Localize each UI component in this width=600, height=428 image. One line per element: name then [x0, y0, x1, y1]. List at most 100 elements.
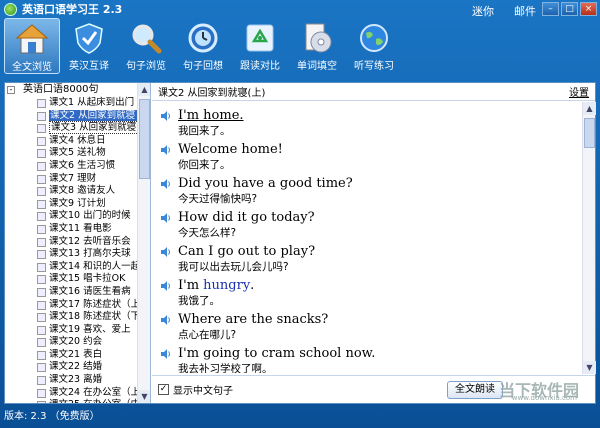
sentence-english[interactable]: Where are the snacks?	[160, 311, 574, 328]
tree-item[interactable]: 课文17 陈述症状（上）	[5, 299, 150, 312]
watermark-logo: 当下软件园 www.downxia.com	[492, 377, 587, 402]
email-link[interactable]: 邮件	[514, 3, 536, 19]
tree-item-label: 课文6 生活习惯	[49, 159, 116, 171]
content-scrollbar[interactable]: ▲ ▼	[582, 102, 596, 374]
scroll-down-icon[interactable]: ▼	[583, 361, 596, 374]
tree-scrollbar[interactable]: ▲ ▼	[137, 83, 150, 403]
tool-word-fill[interactable]: 单词填空	[289, 18, 345, 74]
title-bar: 英语口语学习王 2.3 迷你 邮件 – □ ×	[0, 0, 600, 18]
lesson-node-icon	[37, 161, 46, 171]
tree-item[interactable]: 课文15 唱卡拉OK	[5, 273, 150, 286]
sentence-english[interactable]: Welcome home!	[160, 141, 574, 158]
tool-label: 全文浏览	[12, 62, 52, 73]
sentence-item: Did you have a good time? 今天过得愉快吗?	[160, 175, 574, 206]
sentence-chinese: 你回来了。	[178, 159, 231, 171]
tree-item[interactable]: 课文18 陈述症状（下）	[5, 311, 150, 324]
speaker-icon[interactable]	[160, 212, 172, 224]
sentence-english[interactable]: How did it go today?	[160, 209, 574, 226]
sentence-text: Where are the snacks?	[178, 312, 329, 327]
tree-item[interactable]: 课文24 在办公室（上）	[5, 387, 150, 400]
tree-item[interactable]: 课文3 从回家到就寝（下）	[5, 121, 150, 135]
maximize-button[interactable]: □	[561, 2, 578, 16]
close-button[interactable]: ×	[580, 2, 597, 16]
lesson-tree: - 英语口语8000句 课文1 从起床到出门课文2 从回家到就寝（上）课文3 从…	[5, 83, 151, 403]
speaker-icon[interactable]	[160, 348, 172, 360]
sentence-english[interactable]: I'm home.	[160, 107, 574, 124]
mini-mode-link[interactable]: 迷你	[472, 3, 494, 19]
tree-item[interactable]: 课文9 订计划	[5, 198, 150, 211]
sentence-english[interactable]: Can I go out to play?	[160, 243, 574, 260]
tree-item[interactable]: 课文21 表白	[5, 349, 150, 362]
tool-label: 英汉互译	[69, 61, 109, 72]
tool-follow-compare[interactable]: 跟读对比	[232, 18, 288, 74]
scroll-down-icon[interactable]: ▼	[138, 390, 150, 403]
tree-item-label: 课文24 在办公室（上）	[49, 386, 150, 398]
tree-item-label: 课文12 去听音乐会	[49, 235, 131, 247]
sentence-english[interactable]: I'm hungry.	[160, 277, 574, 294]
window-title: 英语口语学习王 2.3	[22, 3, 123, 16]
sentence-chinese: 今天过得愉快吗?	[178, 193, 258, 205]
sentence-english[interactable]: Did you have a good time?	[160, 175, 574, 192]
tool-translate[interactable]: 英汉互译	[61, 18, 117, 74]
tree-item[interactable]: 课文5 送礼物	[5, 147, 150, 160]
tree-item-label: 课文7 理财	[49, 172, 97, 184]
lesson-node-icon	[37, 262, 46, 272]
watermark-url: www.downxia.com	[511, 394, 577, 402]
tree-item[interactable]: 课文20 约会	[5, 336, 150, 349]
tree-root[interactable]: - 英语口语8000句	[5, 83, 150, 97]
tree-item[interactable]: 课文10 出门的时候	[5, 210, 150, 223]
lesson-node-icon	[37, 300, 46, 310]
tree-item-label: 课文13 打高尔夫球	[49, 248, 131, 260]
minimize-button[interactable]: –	[542, 2, 559, 16]
speaker-icon[interactable]	[160, 314, 172, 326]
sentence-chinese: 点心在哪儿?	[178, 329, 237, 341]
recycle-icon	[246, 24, 274, 52]
scroll-thumb[interactable]	[139, 99, 150, 179]
sentence-item: I'm home. 我回来了。	[160, 107, 574, 138]
collapse-icon[interactable]: -	[7, 86, 15, 94]
settings-link[interactable]: 设置	[569, 84, 589, 99]
tree-item[interactable]: 课文25 在办公室（中）	[5, 399, 150, 403]
tree-item[interactable]: 课文16 请医生看病	[5, 286, 150, 299]
scroll-thumb[interactable]	[584, 118, 595, 148]
sentence-english[interactable]: I'm going to cram school now.	[160, 345, 574, 362]
tree-item-label: 课文25 在办公室（中）	[49, 399, 150, 403]
tool-dictation[interactable]: 听写练习	[346, 18, 402, 74]
sentence-chinese: 我回来了。	[178, 125, 231, 137]
main-panel: - 英语口语8000句 课文1 从起床到出门课文2 从回家到就寝（上）课文3 从…	[4, 82, 596, 404]
tree-item-label: 课文5 送礼物	[49, 147, 106, 159]
tree-item[interactable]: 课文19 喜欢、爱上	[5, 324, 150, 337]
tree-item[interactable]: 课文8 邀请友人	[5, 185, 150, 198]
speaker-icon[interactable]	[160, 280, 172, 292]
tool-sentence-browse[interactable]: 句子浏览	[118, 18, 174, 74]
tree-item[interactable]: 课文6 生活习惯	[5, 160, 150, 173]
tree-item[interactable]: 课文23 离婚	[5, 374, 150, 387]
speaker-icon[interactable]	[160, 178, 172, 190]
tool-sentence-recall[interactable]: 句子回想	[175, 18, 231, 74]
tree-item[interactable]: 课文11 看电影	[5, 223, 150, 236]
tree-item[interactable]: 课文12 去听音乐会	[5, 236, 150, 249]
sentence-list: I'm home. 我回来了。 Welcome home! 你回来了。 Did you …	[160, 107, 574, 373]
tree-item-label: 课文21 表白	[49, 348, 103, 360]
shield-icon	[75, 23, 103, 54]
sentence-chinese: 今天怎么样?	[178, 227, 237, 239]
tool-label: 句子浏览	[126, 61, 166, 72]
tree-item[interactable]: 课文4 休息日	[5, 135, 150, 148]
scroll-up-icon[interactable]: ▲	[138, 83, 150, 96]
tree-item[interactable]: 课文7 理财	[5, 173, 150, 186]
show-chinese-checkbox[interactable]: ✓	[158, 384, 169, 395]
sentence-item: I'm going to cram school now. 我去补习学校了啊。	[160, 345, 574, 373]
tool-full-text[interactable]: 全文浏览	[4, 18, 60, 74]
tree-item[interactable]: 课文1 从起床到出门	[5, 97, 150, 110]
tree-item[interactable]: 课文14 和识的人一起	[5, 261, 150, 274]
lesson-node-icon	[37, 313, 46, 323]
sentence-text: Did you have a good time?	[178, 176, 353, 191]
lesson-node-icon	[37, 350, 46, 360]
speaker-icon[interactable]	[160, 246, 172, 258]
tree-item[interactable]: 课文13 打高尔夫球	[5, 248, 150, 261]
tree-item[interactable]: 课文22 结婚	[5, 361, 150, 374]
lesson-node-icon	[37, 237, 46, 247]
scroll-up-icon[interactable]: ▲	[583, 102, 596, 115]
speaker-icon[interactable]	[160, 144, 172, 156]
speaker-icon[interactable]	[160, 110, 172, 122]
